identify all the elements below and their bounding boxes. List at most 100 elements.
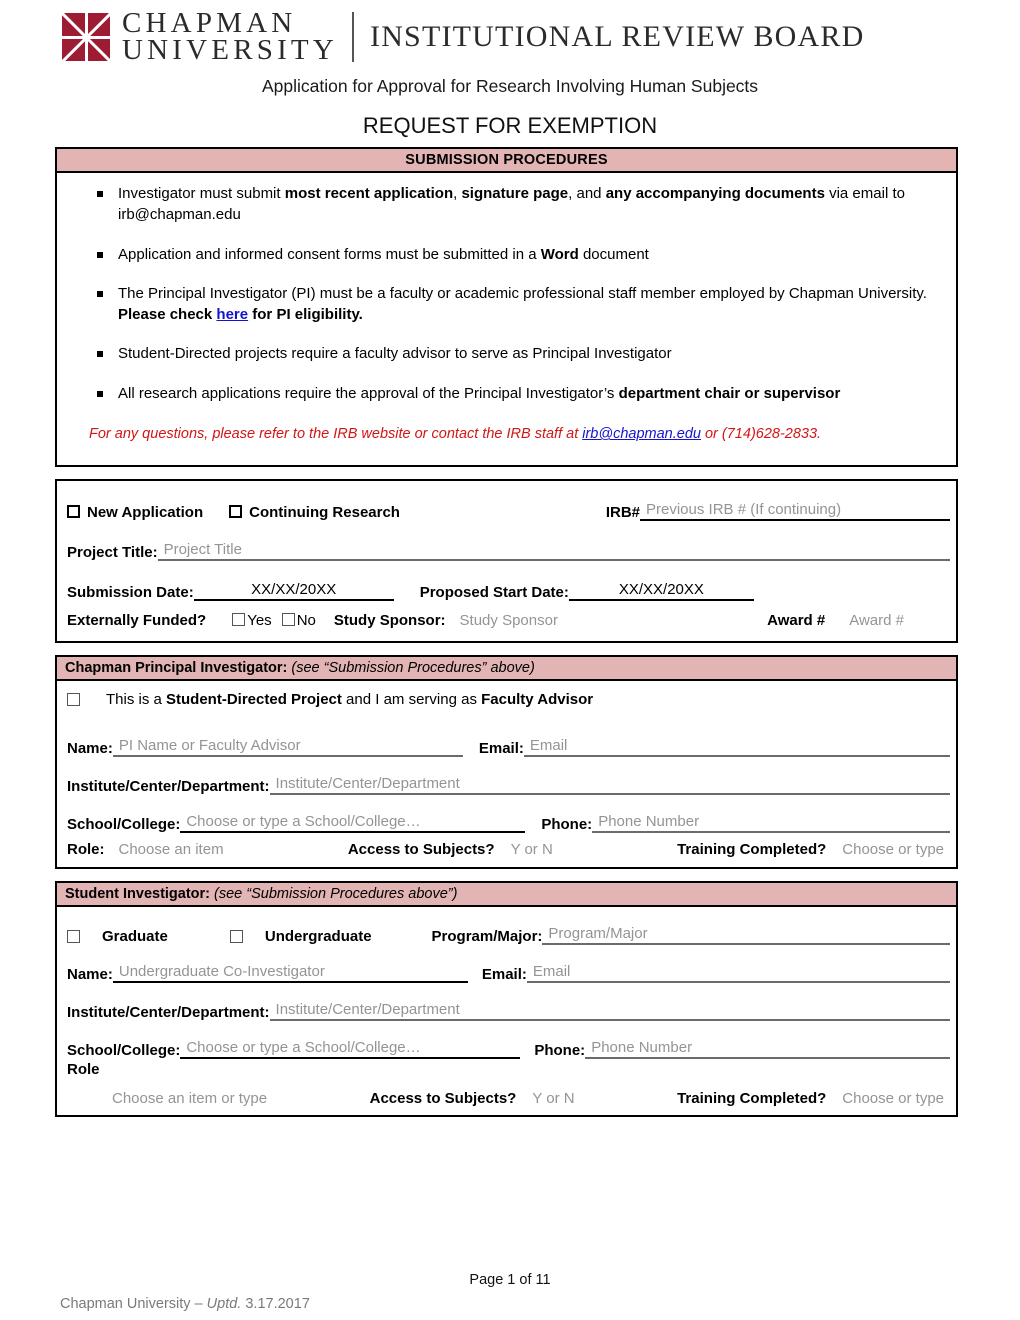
- new-application-checkbox[interactable]: [67, 504, 80, 518]
- student-name-input[interactable]: Undergraduate Co-Investigator: [112, 962, 468, 983]
- pi-department-label: Institute/Center/Department:: [67, 777, 270, 795]
- graduate-label: Graduate: [102, 927, 168, 945]
- list-item: All research applications require the ap…: [79, 383, 940, 404]
- submission-procedures-box: SUBMISSION PROCEDURES Investigator must …: [55, 147, 958, 467]
- pi-school-input[interactable]: Choose or type a School/College…: [180, 812, 526, 833]
- student-school-placeholder: Choose or type a School/College…: [186, 1038, 421, 1056]
- program-major-label: Program/Major:: [431, 927, 543, 945]
- bullet-1-b1: most recent application: [284, 185, 454, 202]
- logo-line-chapman: CHAPMAN: [122, 7, 297, 40]
- document-page: CHAPMAN UNIVERSITY INSTITUTIONAL REVIEW …: [0, 0, 1020, 1320]
- list-item: Investigator must submit most recent app…: [79, 183, 940, 226]
- funded-yes-label: Yes: [247, 612, 272, 630]
- submission-date-value: XX/XX/20XX: [251, 580, 337, 598]
- funding-row: Externally Funded? Yes No Study Sponsor:…: [57, 601, 956, 641]
- page-title: REQUEST FOR EXEMPTION: [362, 113, 658, 138]
- list-item: Student-Directed projects require a facu…: [79, 343, 940, 364]
- project-title-row: Project Title: Project Title: [57, 521, 956, 561]
- page-number: Page 1 of 11: [469, 1272, 551, 1288]
- irb-number-input[interactable]: Previous IRB # (If continuing): [640, 501, 950, 521]
- student-directed-row: This is a Student-Directed Project and I…: [57, 681, 956, 719]
- bullet-2-pre: Application and informed consent forms m…: [118, 245, 541, 263]
- student-email-label: Email:: [481, 965, 527, 983]
- bullet-1-pre: Investigator must submit: [118, 185, 285, 202]
- continuing-research-checkbox[interactable]: [229, 504, 243, 518]
- student-role-row: Choose an item or type Access to Subject…: [57, 1083, 956, 1115]
- pi-school-label: School/College:: [67, 815, 181, 833]
- pi-access-label: Access to Subjects?: [347, 841, 495, 859]
- irb-contact-note: For any questions, please refer to the I…: [79, 422, 940, 451]
- student-phone-input[interactable]: Phone Number: [585, 1039, 950, 1059]
- funded-yes-checkbox[interactable]: [232, 613, 246, 627]
- contact-note-post: or (714)628-2833.: [700, 426, 822, 443]
- submission-date-input[interactable]: XX/XX/20XX: [193, 580, 394, 601]
- proposed-start-date-input[interactable]: XX/XX/20XX: [568, 581, 754, 601]
- sd-b1: Student-Directed Project: [166, 691, 342, 709]
- student-department-input[interactable]: Institute/Center/Department: [269, 1001, 950, 1021]
- funded-yes-group[interactable]: Yes: [232, 612, 272, 630]
- irb-email-link[interactable]: irb@chapman.edu: [582, 426, 701, 442]
- program-major-input[interactable]: Program/Major: [542, 925, 950, 945]
- pi-email-label: Email:: [478, 739, 524, 757]
- irb-wordmark: INSTITUTIONAL REVIEW BOARD: [370, 20, 865, 53]
- bullet-3-pre: The Principal Investigator (PI) must be …: [118, 284, 927, 302]
- pi-department-input[interactable]: Institute/Center/Department: [269, 775, 950, 795]
- student-role-input[interactable]: Choose an item or type: [112, 1090, 267, 1107]
- pi-phone-input[interactable]: Phone Number: [592, 813, 950, 833]
- pi-band-bold: Chapman Principal Investigator:: [65, 659, 288, 676]
- pi-name-input[interactable]: PI Name or Faculty Advisor: [112, 737, 463, 757]
- student-role-label-row: Role: [57, 1059, 956, 1083]
- student-training-label: Training Completed?: [677, 1090, 827, 1108]
- funded-no-checkbox[interactable]: [281, 613, 295, 627]
- student-access-input[interactable]: Y or N: [532, 1090, 574, 1107]
- funded-no-label: No: [296, 612, 316, 630]
- bullet-5-pre: All research applications require the ap…: [118, 384, 619, 402]
- bullet-square-icon: [97, 191, 103, 197]
- externally-funded-label: Externally Funded?: [67, 612, 207, 630]
- bullet-1-mid2: , and: [568, 185, 606, 202]
- bullet-5-b1: department chair or supervisor: [618, 384, 841, 402]
- bullet-square-icon: [97, 351, 103, 358]
- student-directed-checkbox[interactable]: [67, 693, 80, 707]
- pi-eligibility-link[interactable]: here: [216, 306, 248, 323]
- principal-investigator-box: Chapman Principal Investigator: (see “Su…: [55, 654, 958, 869]
- logo-line-university: UNIVERSITY: [122, 34, 338, 66]
- bullet-3-b1: Please check: [118, 306, 217, 324]
- student-training-input[interactable]: Choose or type: [842, 1090, 944, 1107]
- student-phone-placeholder: Phone Number: [591, 1038, 693, 1056]
- study-sponsor-input[interactable]: Study Sponsor: [460, 612, 558, 629]
- footer-uptd-date: 3.17.2017: [241, 1296, 310, 1312]
- continuing-research-checkbox-group[interactable]: Continuing Research: [229, 504, 400, 521]
- graduate-checkbox[interactable]: [67, 929, 80, 943]
- chapman-logo-icon: [61, 11, 112, 63]
- student-access-label: Access to Subjects?: [369, 1090, 517, 1108]
- study-sponsor-label: Study Sponsor:: [333, 612, 446, 630]
- award-number-label: Award #: [767, 612, 826, 630]
- student-investigator-band: Student Investigator: (see “Submission P…: [57, 882, 956, 907]
- project-title-placeholder: Project Title: [163, 540, 242, 558]
- new-application-checkbox-group[interactable]: New Application: [67, 504, 203, 521]
- undergraduate-checkbox[interactable]: [229, 929, 243, 943]
- student-level-row: Graduate Undergraduate Program/Major: Pr…: [57, 907, 956, 945]
- list-item-text: Student-Directed projects require a facu…: [118, 345, 672, 363]
- document-header: CHAPMAN UNIVERSITY INSTITUTIONAL REVIEW …: [0, 0, 1020, 66]
- pi-training-input[interactable]: Choose or type: [842, 841, 944, 858]
- logo-divider: [352, 12, 354, 62]
- footer-org: Chapman University –: [60, 1296, 207, 1312]
- pi-access-input[interactable]: Y or N: [511, 841, 553, 858]
- funded-no-group[interactable]: No: [281, 612, 316, 630]
- student-role-label: Role: [67, 1060, 100, 1078]
- pi-name-label: Name:: [67, 739, 113, 757]
- award-number-input[interactable]: Award #: [849, 612, 904, 629]
- project-title-input[interactable]: Project Title: [157, 540, 950, 561]
- student-school-input[interactable]: Choose or type a School/College…: [180, 1038, 521, 1059]
- pi-email-input[interactable]: Email: [523, 737, 950, 757]
- pi-name-row: Name: PI Name or Faculty Advisor Email: …: [57, 719, 956, 757]
- bullet-square-icon: [97, 251, 103, 258]
- bullet-3-post: for PI eligibility.: [248, 306, 363, 324]
- student-name-placeholder: Undergraduate Co-Investigator: [118, 962, 325, 980]
- pi-role-input[interactable]: Choose an item: [119, 841, 224, 858]
- student-email-input[interactable]: Email: [526, 963, 950, 983]
- list-item-text: Application and informed consent forms m…: [118, 244, 940, 265]
- pi-school-placeholder: Choose or type a School/College…: [186, 812, 421, 830]
